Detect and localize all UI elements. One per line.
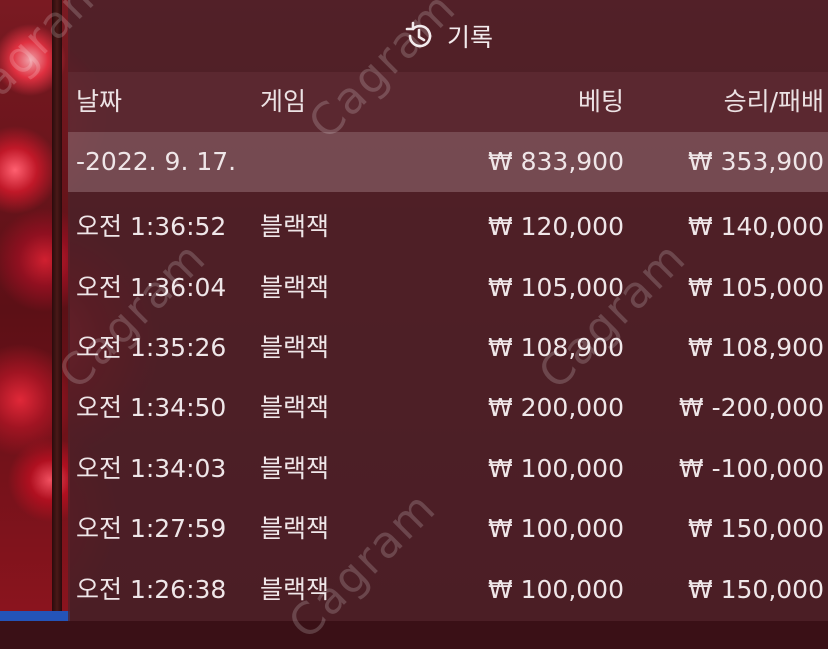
row-win-loss: ₩ 150,000 xyxy=(687,514,824,543)
row-game: 블랙잭 xyxy=(260,393,330,422)
table-row[interactable]: 오전 1:27:59 블랙잭 ₩ 100,000 ₩ 150,000 xyxy=(68,499,828,559)
table-row[interactable]: 오전 1:36:52 블랙잭 ₩ 120,000 ₩ 140,000 xyxy=(68,197,828,257)
row-time: 오전 1:34:50 xyxy=(76,393,227,422)
row-win-loss: ₩ 105,000 xyxy=(687,273,824,302)
column-header-win-loss: 승리/패배 xyxy=(723,87,824,116)
row-bet: ₩ 100,000 xyxy=(487,575,624,604)
wooden-post xyxy=(52,0,62,621)
row-time: 오전 1:27:59 xyxy=(76,514,227,543)
row-bet: ₩ 108,900 xyxy=(487,333,624,362)
summary-win-loss: ₩ 353,900 xyxy=(687,147,824,176)
table-row[interactable]: 오전 1:34:03 블랙잭 ₩ 100,000 ₩ -100,000 xyxy=(68,439,828,499)
blue-base-strip xyxy=(0,611,70,621)
row-game: 블랙잭 xyxy=(260,454,330,483)
table-row[interactable]: 오전 1:35:26 블랙잭 ₩ 108,900 ₩ 108,900 xyxy=(68,318,828,378)
row-bet: ₩ 100,000 xyxy=(487,514,624,543)
table-row[interactable]: 오전 1:34:50 블랙잭 ₩ 200,000 ₩ -200,000 xyxy=(68,378,828,438)
row-game: 블랙잭 xyxy=(260,575,330,604)
page-title: 기록 xyxy=(446,23,493,52)
row-time: 오전 1:36:52 xyxy=(76,212,227,241)
row-game: 블랙잭 xyxy=(260,333,330,362)
row-win-loss: ₩ 150,000 xyxy=(687,575,824,604)
date-summary-row[interactable]: -2022. 9. 17. ₩ 833,900 ₩ 353,900 xyxy=(68,132,828,192)
column-header-date: 날짜 xyxy=(76,87,123,116)
row-win-loss: ₩ -100,000 xyxy=(678,454,824,483)
row-time: 오전 1:26:38 xyxy=(76,575,227,604)
game-table-background xyxy=(0,0,70,621)
row-game: 블랙잭 xyxy=(260,212,330,241)
row-bet: ₩ 200,000 xyxy=(487,393,624,422)
table-header: 날짜 게임 베팅 승리/패배 xyxy=(68,72,828,132)
row-win-loss: ₩ 108,900 xyxy=(687,333,824,362)
row-time: 오전 1:35:26 xyxy=(76,333,227,362)
row-game: 블랙잭 xyxy=(260,273,330,302)
column-header-bet: 베팅 xyxy=(577,87,624,116)
row-win-loss: ₩ -200,000 xyxy=(678,393,824,422)
row-bet: ₩ 120,000 xyxy=(487,212,624,241)
table-row[interactable]: 오전 1:26:38 블랙잭 ₩ 100,000 ₩ 150,000 xyxy=(68,560,828,620)
history-icon xyxy=(403,20,435,52)
row-game: 블랙잭 xyxy=(260,514,330,543)
row-bet: ₩ 100,000 xyxy=(487,454,624,483)
row-bet: ₩ 105,000 xyxy=(487,273,624,302)
row-time: 오전 1:34:03 xyxy=(76,454,227,483)
history-header: 기록 xyxy=(68,0,828,72)
row-time: 오전 1:36:04 xyxy=(76,273,227,302)
summary-bet: ₩ 833,900 xyxy=(487,147,624,176)
column-header-game: 게임 xyxy=(260,87,307,116)
row-win-loss: ₩ 140,000 xyxy=(687,212,824,241)
summary-date: -2022. 9. 17. xyxy=(76,147,237,176)
table-row[interactable]: 오전 1:36:04 블랙잭 ₩ 105,000 ₩ 105,000 xyxy=(68,258,828,318)
